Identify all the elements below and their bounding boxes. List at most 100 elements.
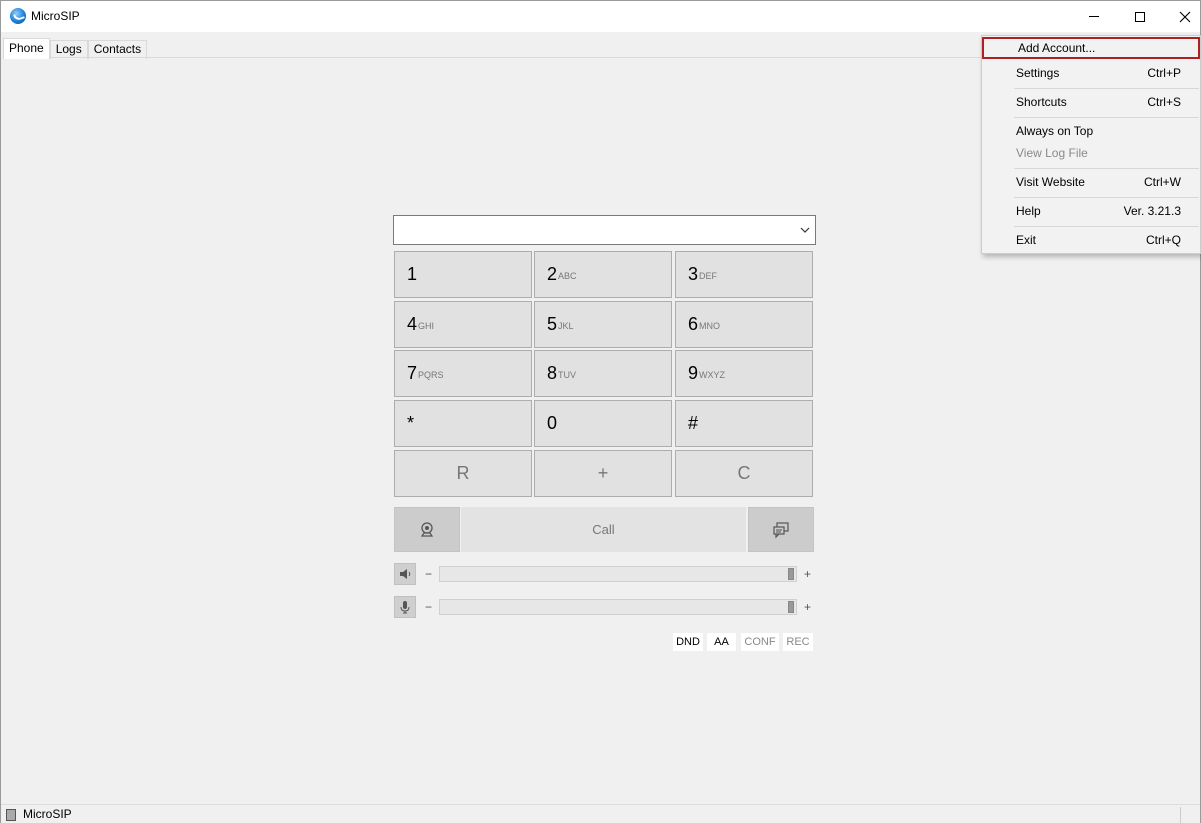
tab-strip: Phone Logs Contacts bbox=[3, 38, 148, 59]
menu-item-shortcuts[interactable]: Shortcuts Ctrl+S bbox=[982, 91, 1200, 113]
microphone-mute-button[interactable] bbox=[394, 596, 416, 618]
key-digit: 8 bbox=[547, 363, 558, 383]
menu-separator bbox=[1014, 88, 1199, 89]
menu-separator bbox=[1014, 197, 1199, 198]
menu-item-label: Settings bbox=[1016, 66, 1060, 80]
menu-item-visit-website[interactable]: Visit Website Ctrl+W bbox=[982, 171, 1200, 193]
conference-button[interactable]: CONF bbox=[740, 632, 780, 652]
speaker-mute-button[interactable] bbox=[394, 563, 416, 585]
menu-item-help[interactable]: Help Ver. 3.21.3 bbox=[982, 200, 1200, 222]
key-digit: * bbox=[407, 413, 415, 433]
menu-item-settings[interactable]: Settings Ctrl+P bbox=[982, 62, 1200, 84]
key-0[interactable]: 0 bbox=[534, 400, 672, 447]
auto-answer-button[interactable]: AA bbox=[706, 632, 737, 652]
webcam-icon bbox=[420, 521, 434, 537]
menu-item-view-log-file: View Log File bbox=[982, 142, 1200, 164]
speaker-icon bbox=[400, 569, 411, 579]
maximize-button[interactable] bbox=[1117, 1, 1163, 32]
microphone-icon bbox=[400, 601, 410, 614]
key-hash[interactable]: # bbox=[675, 400, 813, 447]
menu-item-shortcut: Ctrl+W bbox=[1144, 175, 1181, 189]
key-digit: 9 bbox=[688, 363, 699, 383]
menu-item-add-account[interactable]: Add Account... bbox=[982, 37, 1200, 59]
key-letters: WXYZ bbox=[699, 369, 726, 380]
redial-button[interactable]: R bbox=[394, 450, 532, 497]
key-digit: 5 bbox=[547, 314, 558, 334]
status-divider bbox=[1180, 807, 1181, 823]
menu-item-label: Visit Website bbox=[1016, 175, 1085, 189]
number-combobox[interactable] bbox=[393, 215, 816, 245]
speaker-volume-plus: + bbox=[804, 567, 812, 581]
call-button[interactable]: Call bbox=[461, 507, 746, 552]
microsip-window: MicroSIP Phone Logs Contacts 1 2 ABC 3 D… bbox=[0, 0, 1201, 823]
key-8[interactable]: 8 TUV bbox=[534, 350, 672, 397]
menu-item-label: Shortcuts bbox=[1016, 95, 1067, 109]
menu-item-label: View Log File bbox=[1016, 146, 1088, 160]
key-label: + bbox=[597, 463, 609, 483]
chevron-down-icon[interactable] bbox=[799, 224, 811, 236]
key-letters: GHI bbox=[418, 320, 435, 331]
key-digit: 6 bbox=[688, 314, 699, 334]
key-letters: MNO bbox=[699, 320, 721, 331]
menu-item-shortcut: Ctrl+P bbox=[1147, 66, 1181, 80]
number-input[interactable] bbox=[394, 216, 784, 244]
mic-volume-slider[interactable] bbox=[439, 599, 797, 615]
speaker-volume-slider[interactable] bbox=[439, 566, 797, 582]
title-bar[interactable]: MicroSIP bbox=[1, 1, 1200, 32]
menu-item-exit[interactable]: Exit Ctrl+Q bbox=[982, 229, 1200, 251]
menu-item-shortcut: Ctrl+Q bbox=[1145, 233, 1181, 247]
key-letters: DEF bbox=[699, 270, 718, 281]
mic-volume-plus: + bbox=[804, 600, 812, 614]
menu-item-label: Always on Top bbox=[1016, 124, 1094, 138]
key-digit: 4 bbox=[407, 314, 418, 334]
key-label: R bbox=[456, 463, 470, 483]
key-letters: JKL bbox=[558, 320, 574, 331]
key-digit: 2 bbox=[547, 264, 558, 284]
menu-item-always-on-top[interactable]: Always on Top bbox=[982, 120, 1200, 142]
key-digit: # bbox=[688, 413, 699, 433]
phone-status-icon bbox=[6, 809, 16, 821]
tab-phone[interactable]: Phone bbox=[3, 38, 50, 59]
key-letters: ABC bbox=[558, 270, 577, 281]
slider-thumb[interactable] bbox=[788, 568, 794, 580]
clear-button[interactable]: C bbox=[675, 450, 813, 497]
key-star[interactable]: * bbox=[394, 400, 532, 447]
close-button[interactable] bbox=[1162, 1, 1201, 32]
key-1[interactable]: 1 bbox=[394, 251, 532, 298]
key-2[interactable]: 2 ABC bbox=[534, 251, 672, 298]
menu-separator bbox=[1014, 117, 1199, 118]
menu-item-label: Help bbox=[1016, 204, 1041, 218]
window-title: MicroSIP bbox=[31, 9, 80, 23]
plus-button[interactable]: + bbox=[534, 450, 672, 497]
status-bar: MicroSIP bbox=[1, 804, 1200, 823]
key-5[interactable]: 5 JKL bbox=[534, 301, 672, 348]
menu-separator bbox=[1014, 226, 1199, 227]
mic-volume-minus: − bbox=[425, 600, 433, 614]
speaker-volume-minus: − bbox=[425, 567, 433, 581]
key-label: C bbox=[737, 463, 751, 483]
key-6[interactable]: 6 MNO bbox=[675, 301, 813, 348]
dnd-button[interactable]: DND bbox=[672, 632, 704, 652]
slider-thumb[interactable] bbox=[788, 601, 794, 613]
status-text: MicroSIP bbox=[23, 807, 72, 821]
key-7[interactable]: 7 PQRS bbox=[394, 350, 532, 397]
key-digit: 0 bbox=[547, 413, 558, 433]
key-4[interactable]: 4 GHI bbox=[394, 301, 532, 348]
key-letters: PQRS bbox=[418, 369, 444, 380]
menu-item-label: Add Account... bbox=[1018, 41, 1096, 55]
menu-separator bbox=[1014, 168, 1199, 169]
message-button[interactable] bbox=[748, 507, 814, 552]
maximize-icon bbox=[1135, 11, 1145, 22]
microsip-logo-icon bbox=[10, 8, 26, 24]
video-call-button[interactable] bbox=[394, 507, 460, 552]
key-9[interactable]: 9 WXYZ bbox=[675, 350, 813, 397]
minimize-icon bbox=[1089, 16, 1099, 17]
key-3[interactable]: 3 DEF bbox=[675, 251, 813, 298]
menu-item-label: Exit bbox=[1016, 233, 1037, 247]
key-letters: TUV bbox=[558, 369, 577, 380]
record-button[interactable]: REC bbox=[782, 632, 814, 652]
main-menu: Add Account... Settings Ctrl+P Shortcuts… bbox=[981, 35, 1201, 254]
menu-item-shortcut: Ver. 3.21.3 bbox=[1123, 204, 1181, 218]
minimize-button[interactable] bbox=[1071, 1, 1117, 32]
key-digit: 3 bbox=[688, 264, 699, 284]
